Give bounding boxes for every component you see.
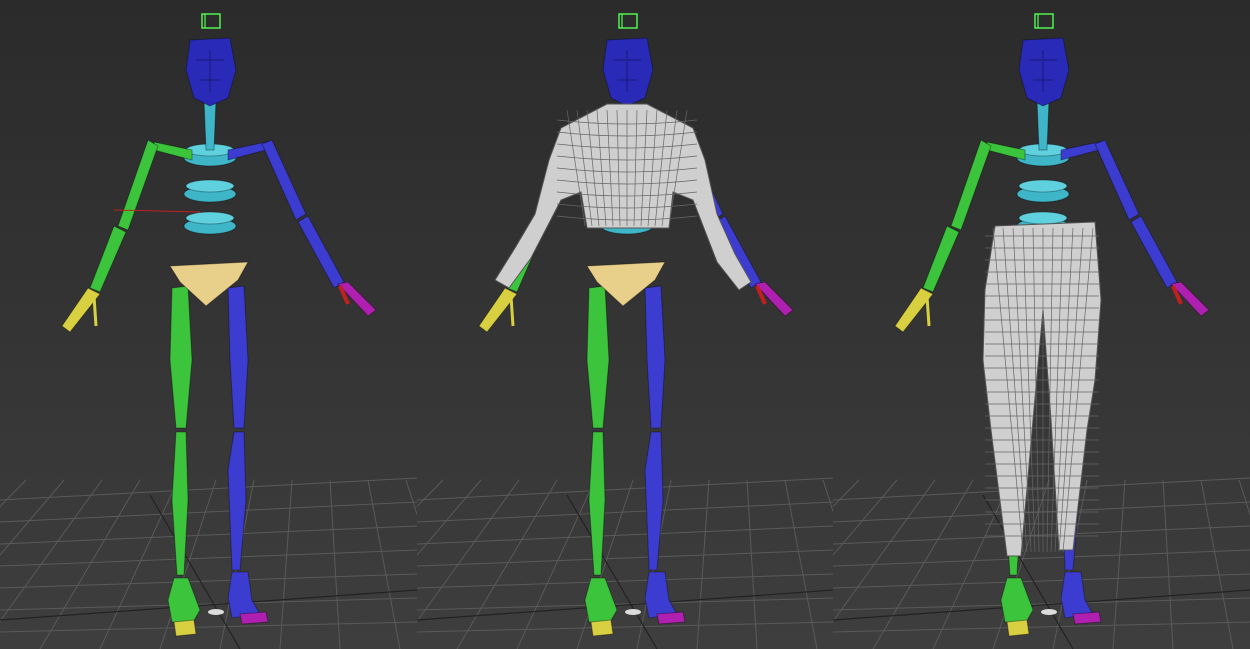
footstep-marker — [1041, 609, 1058, 615]
grid-line — [99, 479, 179, 649]
left-foot-bone — [167, 577, 201, 625]
right-foot-bone — [227, 571, 261, 619]
scene-svg-1 — [0, 13, 417, 649]
ground-grid — [833, 477, 1250, 649]
footstep-marker — [624, 609, 641, 615]
right-thigh-bone — [644, 285, 666, 429]
left-forearm-bone — [89, 225, 127, 293]
grid-line — [833, 549, 1250, 567]
ground-grid — [0, 477, 417, 649]
right-toe-bone — [1072, 611, 1102, 625]
left-upper-arm-bone — [117, 139, 159, 231]
scene-svg-2 — [416, 13, 834, 649]
left-toe-bone — [590, 619, 614, 637]
grid-line — [416, 573, 834, 589]
torso-mesh[interactable] — [493, 103, 752, 291]
spine-segment — [185, 179, 235, 193]
head-bone — [185, 37, 237, 107]
grid-line — [784, 479, 818, 649]
right-foot-bone — [644, 571, 678, 619]
grid-line — [456, 479, 558, 649]
left-finger-bone — [925, 295, 931, 327]
grid-line — [0, 621, 417, 633]
right-thigh-bone — [227, 285, 249, 429]
left-clavicle-bone — [986, 141, 1026, 161]
right-shin-bone — [644, 431, 664, 571]
viewport-1[interactable] — [0, 0, 417, 649]
grid-line — [0, 549, 417, 567]
spine-segment — [1018, 179, 1068, 193]
head-bone — [1018, 37, 1070, 107]
left-upper-arm-bone — [950, 139, 992, 231]
scene-svg-3 — [833, 13, 1250, 649]
grid-line — [872, 479, 974, 649]
grid-line — [696, 479, 710, 649]
grid-line — [932, 479, 1012, 649]
left-clavicle-bone — [153, 141, 193, 161]
right-clavicle-bone — [1060, 141, 1100, 161]
grid-line — [416, 621, 834, 633]
grid-line — [833, 621, 1250, 633]
grid-line — [0, 597, 417, 611]
left-finger-bone — [509, 295, 515, 327]
grid-line — [0, 573, 417, 589]
right-upper-arm-bone — [261, 139, 307, 221]
neck-bone — [1036, 99, 1050, 151]
left-finger-bone — [92, 295, 98, 327]
footstep-marker — [208, 609, 224, 615]
right-clavicle-bone — [227, 141, 267, 161]
grid-line — [416, 597, 834, 611]
right-forearm-bone — [1130, 215, 1178, 289]
left-shin-bone — [588, 431, 606, 576]
grid-line — [833, 573, 1250, 589]
grid-line — [416, 501, 834, 523]
right-toe-bone — [656, 611, 686, 625]
left-thigh-bone — [169, 285, 193, 429]
right-upper-arm-bone — [1094, 139, 1140, 221]
neck-bone — [203, 99, 217, 151]
left-shin-bone — [171, 431, 189, 576]
left-thigh-bone — [586, 285, 610, 429]
grid-line — [1112, 479, 1126, 649]
grid-line — [833, 597, 1250, 611]
left-foot-bone — [1000, 577, 1034, 625]
right-shin-bone — [227, 431, 247, 571]
viewport-2[interactable] — [416, 0, 834, 649]
right-toe-bone — [239, 611, 269, 625]
left-forearm-bone — [922, 225, 960, 293]
torso-mesh-body — [493, 103, 752, 291]
right-foot-bone — [1060, 571, 1095, 619]
right-forearm-bone — [297, 215, 345, 289]
grid-line — [1200, 479, 1234, 649]
biped-skeleton[interactable] — [61, 13, 377, 637]
grid-line — [39, 479, 141, 649]
ground-grid — [416, 477, 834, 649]
spine-segment — [1018, 211, 1068, 225]
grid-line — [367, 479, 401, 649]
viewport-3[interactable] — [833, 0, 1250, 649]
legs-mesh[interactable] — [982, 221, 1102, 557]
left-toe-bone — [1006, 619, 1030, 637]
grid-line — [0, 501, 417, 523]
head-bone — [602, 37, 654, 107]
grid-line — [1238, 479, 1250, 515]
grid-line — [833, 479, 860, 508]
grid-line — [405, 479, 417, 515]
grid-line — [416, 549, 834, 567]
grid-line — [822, 479, 834, 515]
grid-line — [279, 479, 293, 649]
grid-line — [0, 479, 27, 508]
viewport-strip — [0, 0, 1250, 649]
spine-segment — [185, 211, 235, 225]
grid-line — [416, 479, 444, 508]
left-toe-bone — [173, 619, 197, 637]
left-foot-bone — [584, 577, 618, 625]
grid-line — [516, 479, 596, 649]
